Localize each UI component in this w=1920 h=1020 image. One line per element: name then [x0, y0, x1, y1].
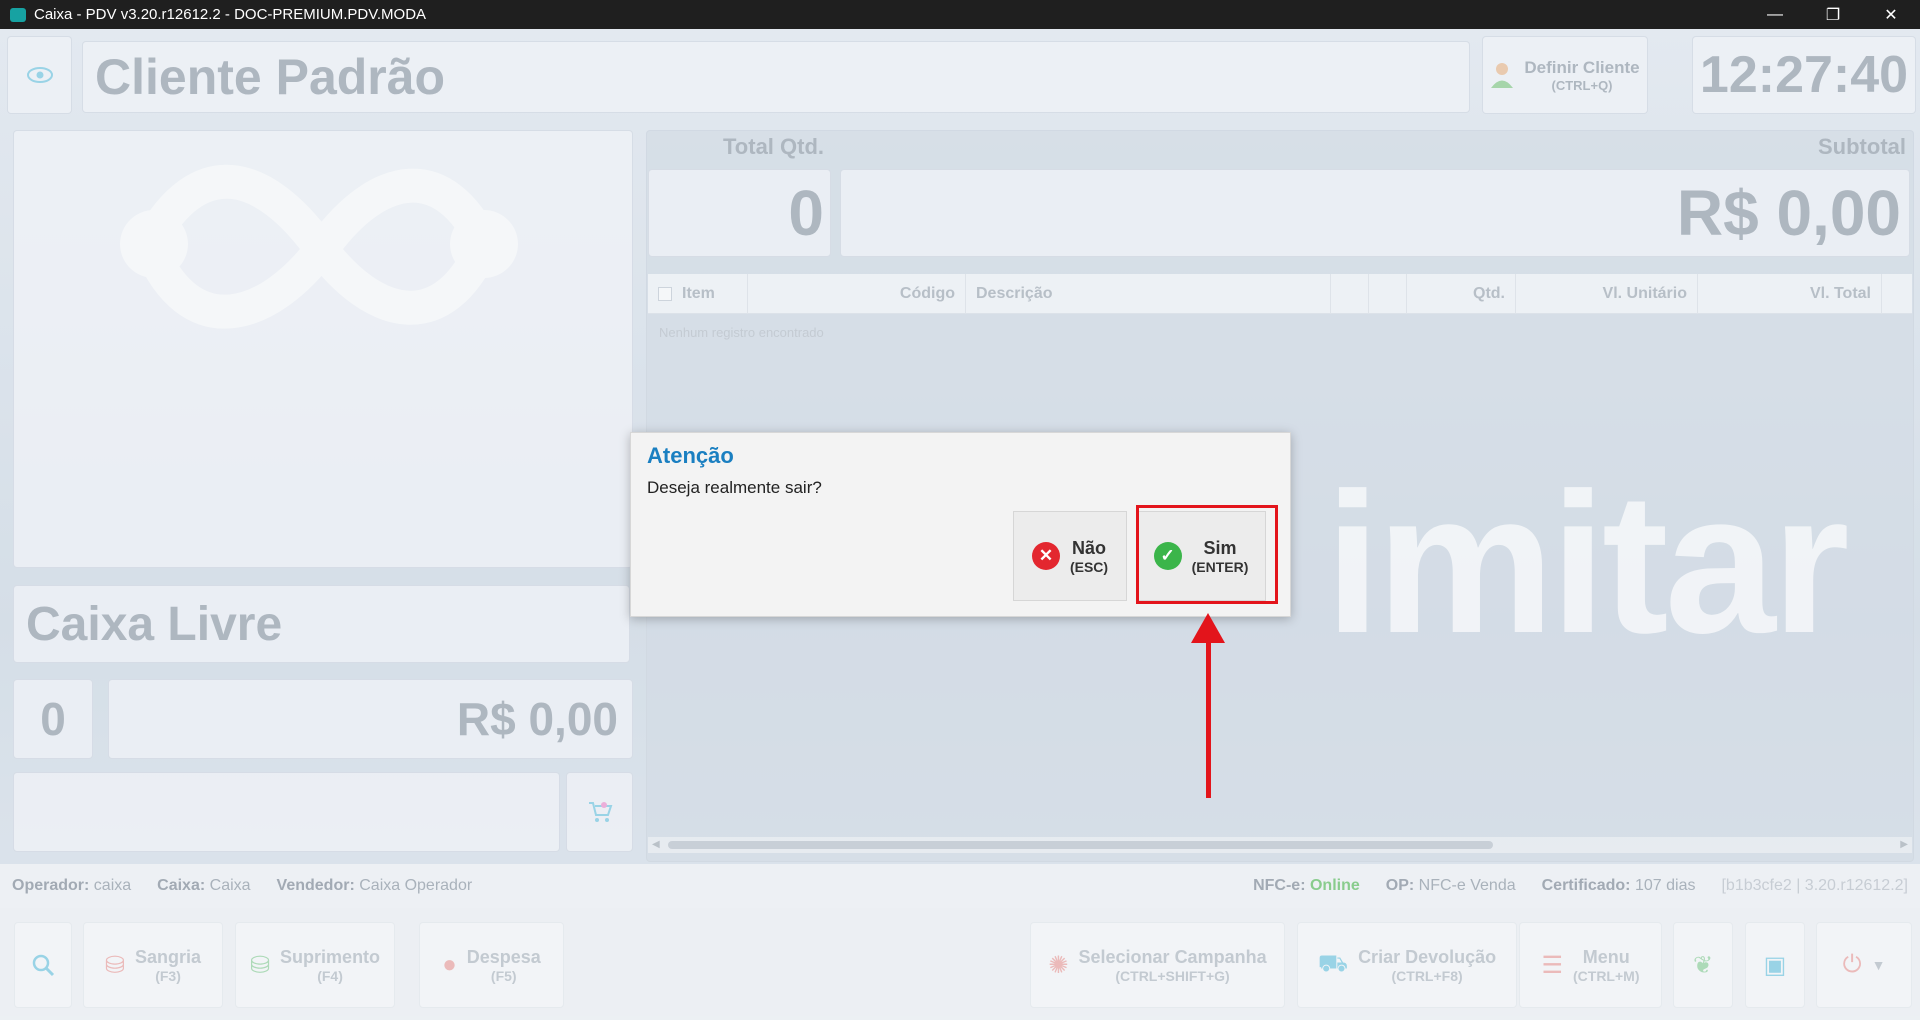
window-title: Caixa - PDV v3.20.r12612.2 - DOC-PREMIUM…	[34, 6, 427, 23]
minimize-button[interactable]: —	[1746, 0, 1804, 29]
maximize-button[interactable]: ❐	[1804, 0, 1862, 29]
no-button[interactable]: ✕ Não (ESC)	[1013, 511, 1127, 601]
annotation-arrow-head	[1191, 613, 1225, 643]
app-icon	[10, 7, 26, 22]
cancel-icon: ✕	[1031, 542, 1060, 570]
dialog-title: Atenção	[647, 443, 734, 468]
close-button[interactable]: ✕	[1862, 0, 1920, 29]
dialog-message: Deseja realmente sair?	[647, 478, 822, 497]
annotation-arrow-shaft	[1206, 640, 1211, 798]
annotation-highlight-box	[1136, 505, 1278, 604]
window-titlebar: Caixa - PDV v3.20.r12612.2 - DOC-PREMIUM…	[0, 0, 1920, 29]
